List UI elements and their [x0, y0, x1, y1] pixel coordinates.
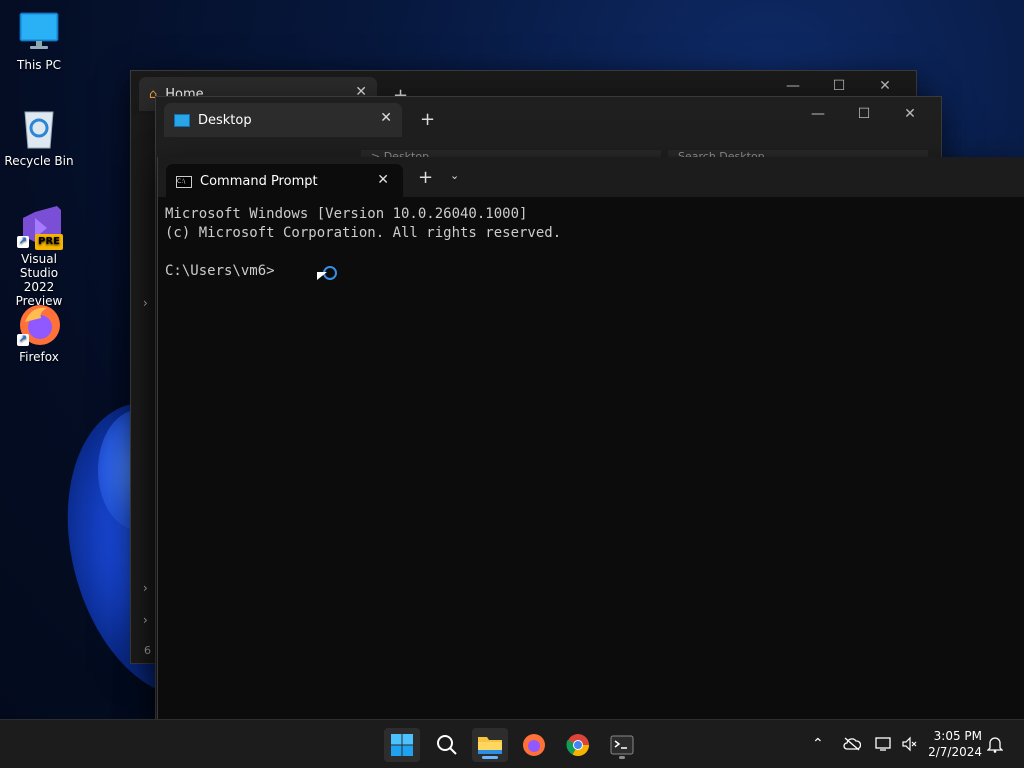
close-tab-icon[interactable]: ✕ — [380, 110, 392, 126]
desktop-icon-visual-studio[interactable]: PRE ↗ Visual Studio 2022 Preview — [1, 204, 77, 308]
running-indicator — [619, 756, 625, 759]
console-line: Microsoft Windows [Version 10.0.26040.10… — [165, 206, 528, 222]
chevron-right-icon[interactable]: › — [143, 296, 148, 310]
window-controls: — ☐ ✕ — [795, 99, 933, 129]
start-button[interactable] — [384, 728, 420, 762]
search-icon — [437, 735, 457, 755]
clock-date: 2/7/2024 — [928, 745, 982, 759]
preview-badge: PRE — [35, 234, 63, 250]
desktop-icon-firefox[interactable]: ↗ Firefox — [1, 302, 77, 364]
taskbar-firefox[interactable] — [516, 728, 552, 762]
taskbar: ⌃ 3:05 PM 2/7/2024 — [0, 719, 1024, 768]
firefox-icon: ↗ — [17, 302, 61, 346]
clock-time: 3:05 PM — [933, 729, 982, 743]
tray-volume[interactable] — [901, 720, 919, 768]
desktop-icon-recycle-bin[interactable]: Recycle Bin — [1, 106, 77, 168]
tab-label: Command Prompt — [200, 174, 318, 189]
notifications-button[interactable] — [987, 720, 1003, 768]
monitor-icon — [17, 10, 61, 54]
minimize-button[interactable]: — — [795, 99, 841, 129]
close-button[interactable]: ✕ — [887, 99, 933, 129]
terminal-icon — [610, 735, 634, 755]
new-tab-button[interactable]: + — [418, 167, 433, 188]
clock[interactable]: 3:05 PM 2/7/2024 — [928, 728, 982, 760]
windows-logo-icon — [391, 734, 413, 756]
new-tab-button[interactable]: + — [420, 109, 435, 130]
chevron-up-icon: ⌃ — [812, 736, 824, 752]
tab-command-prompt[interactable]: C:\ Command Prompt ✕ — [166, 164, 403, 197]
console-output[interactable]: Microsoft Windows [Version 10.0.26040.10… — [165, 205, 561, 281]
tab-desktop[interactable]: Desktop ✕ — [164, 103, 402, 137]
recycle-bin-icon — [17, 106, 61, 150]
chevron-right-icon[interactable]: › — [143, 581, 148, 595]
console-line: (c) Microsoft Corporation. All rights re… — [165, 225, 562, 241]
file-explorer-icon — [478, 737, 502, 754]
cloud-offline-icon — [843, 737, 861, 751]
tray-network[interactable] — [875, 720, 893, 768]
bell-icon — [987, 737, 1003, 753]
terminal-window[interactable]: C:\ Command Prompt ✕ + ⌄ Microsoft Windo… — [157, 157, 1024, 720]
taskbar-terminal[interactable] — [604, 728, 640, 762]
desktop-icon-label-line1: Visual Studio — [19, 252, 59, 280]
running-indicator — [482, 756, 498, 759]
desktop-icon-this-pc[interactable]: This PC — [1, 10, 77, 72]
mouse-pointer-icon — [317, 272, 327, 280]
visual-studio-icon: PRE ↗ — [17, 204, 63, 250]
desktop-icon-label: This PC — [17, 58, 61, 72]
maximize-button[interactable]: ☐ — [841, 99, 887, 129]
cmd-icon: C:\ — [176, 176, 192, 188]
tray-onedrive[interactable] — [843, 720, 861, 768]
tab-label: Desktop — [198, 112, 252, 128]
search-button[interactable] — [429, 728, 465, 762]
title-bar[interactable]: Desktop ✕ + — ☐ ✕ — [156, 97, 941, 141]
console-prompt: C:\Users\vm6> — [165, 263, 275, 279]
firefox-icon — [523, 734, 545, 756]
chevron-right-icon[interactable]: › — [143, 613, 148, 627]
chevron-down-icon[interactable]: ⌄ — [450, 169, 459, 182]
show-hidden-icons-button[interactable]: ⌃ — [812, 720, 824, 768]
taskbar-chrome[interactable] — [560, 728, 596, 762]
volume-muted-icon — [902, 736, 917, 752]
title-bar[interactable]: C:\ Command Prompt ✕ + ⌄ — [158, 157, 1024, 197]
desktop-folder-icon — [174, 113, 190, 127]
close-tab-icon[interactable]: ✕ — [377, 172, 389, 188]
chrome-icon — [566, 734, 589, 756]
network-icon — [875, 737, 891, 751]
taskbar-file-explorer[interactable] — [472, 728, 508, 762]
shortcut-arrow-icon: ↗ — [17, 334, 29, 346]
desktop-icon-label: Recycle Bin — [4, 154, 74, 168]
shortcut-arrow-icon: ↗ — [17, 236, 29, 248]
desktop-icon-label: Firefox — [19, 350, 59, 364]
